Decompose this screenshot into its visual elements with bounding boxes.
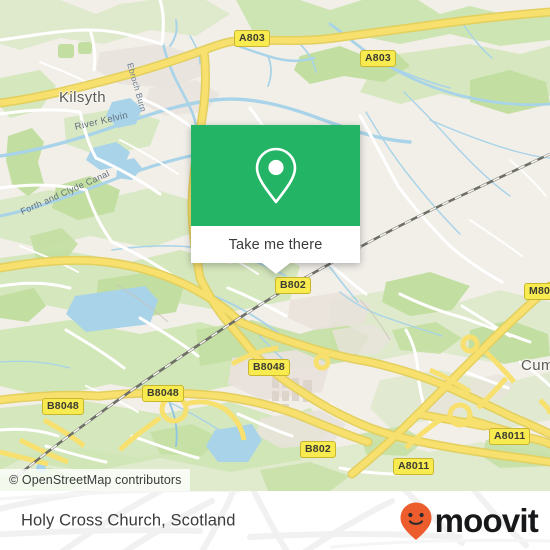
moovit-logo[interactable]: moovit: [399, 501, 539, 541]
moovit-place-screenshot: Kilsyth Cum Ebroch Burn River Kelvin For…: [0, 0, 550, 550]
road-shield-a803-east[interactable]: A803: [360, 50, 396, 67]
location-callout-card[interactable]: Take me there: [191, 125, 360, 274]
road-shield-b802-north[interactable]: B802: [275, 277, 311, 294]
road-shield-a8011-east[interactable]: A8011: [489, 428, 531, 445]
footer-bar: Holy Cross Church, Scotland moovit: [0, 491, 550, 550]
moovit-wordmark: moovit: [434, 502, 539, 539]
road-shield-a803-west[interactable]: A803: [234, 30, 270, 47]
road-shield-b802-south[interactable]: B802: [300, 441, 336, 458]
road-shield-m80[interactable]: M80: [524, 283, 550, 300]
road-shield-b8048-west[interactable]: B8048: [42, 398, 84, 415]
road-shield-b8048-east[interactable]: B8048: [248, 359, 290, 376]
moovit-pin-icon: [400, 502, 432, 540]
road-shield-b8048-mid[interactable]: B8048: [142, 385, 184, 402]
osm-attribution[interactable]: © OpenStreetMap contributors: [0, 469, 190, 491]
map-label-cumbernauld: Cum: [521, 357, 550, 374]
road-shield-a8011-south[interactable]: A8011: [393, 458, 435, 475]
take-me-there-button[interactable]: Take me there: [191, 226, 360, 263]
location-pin-icon: [255, 147, 296, 203]
place-title: Holy Cross Church, Scotland: [21, 511, 236, 529]
callout-icon-area: [191, 125, 360, 226]
map-label-kilsyth: Kilsyth: [59, 89, 106, 106]
callout-pointer-tail: [261, 263, 290, 274]
